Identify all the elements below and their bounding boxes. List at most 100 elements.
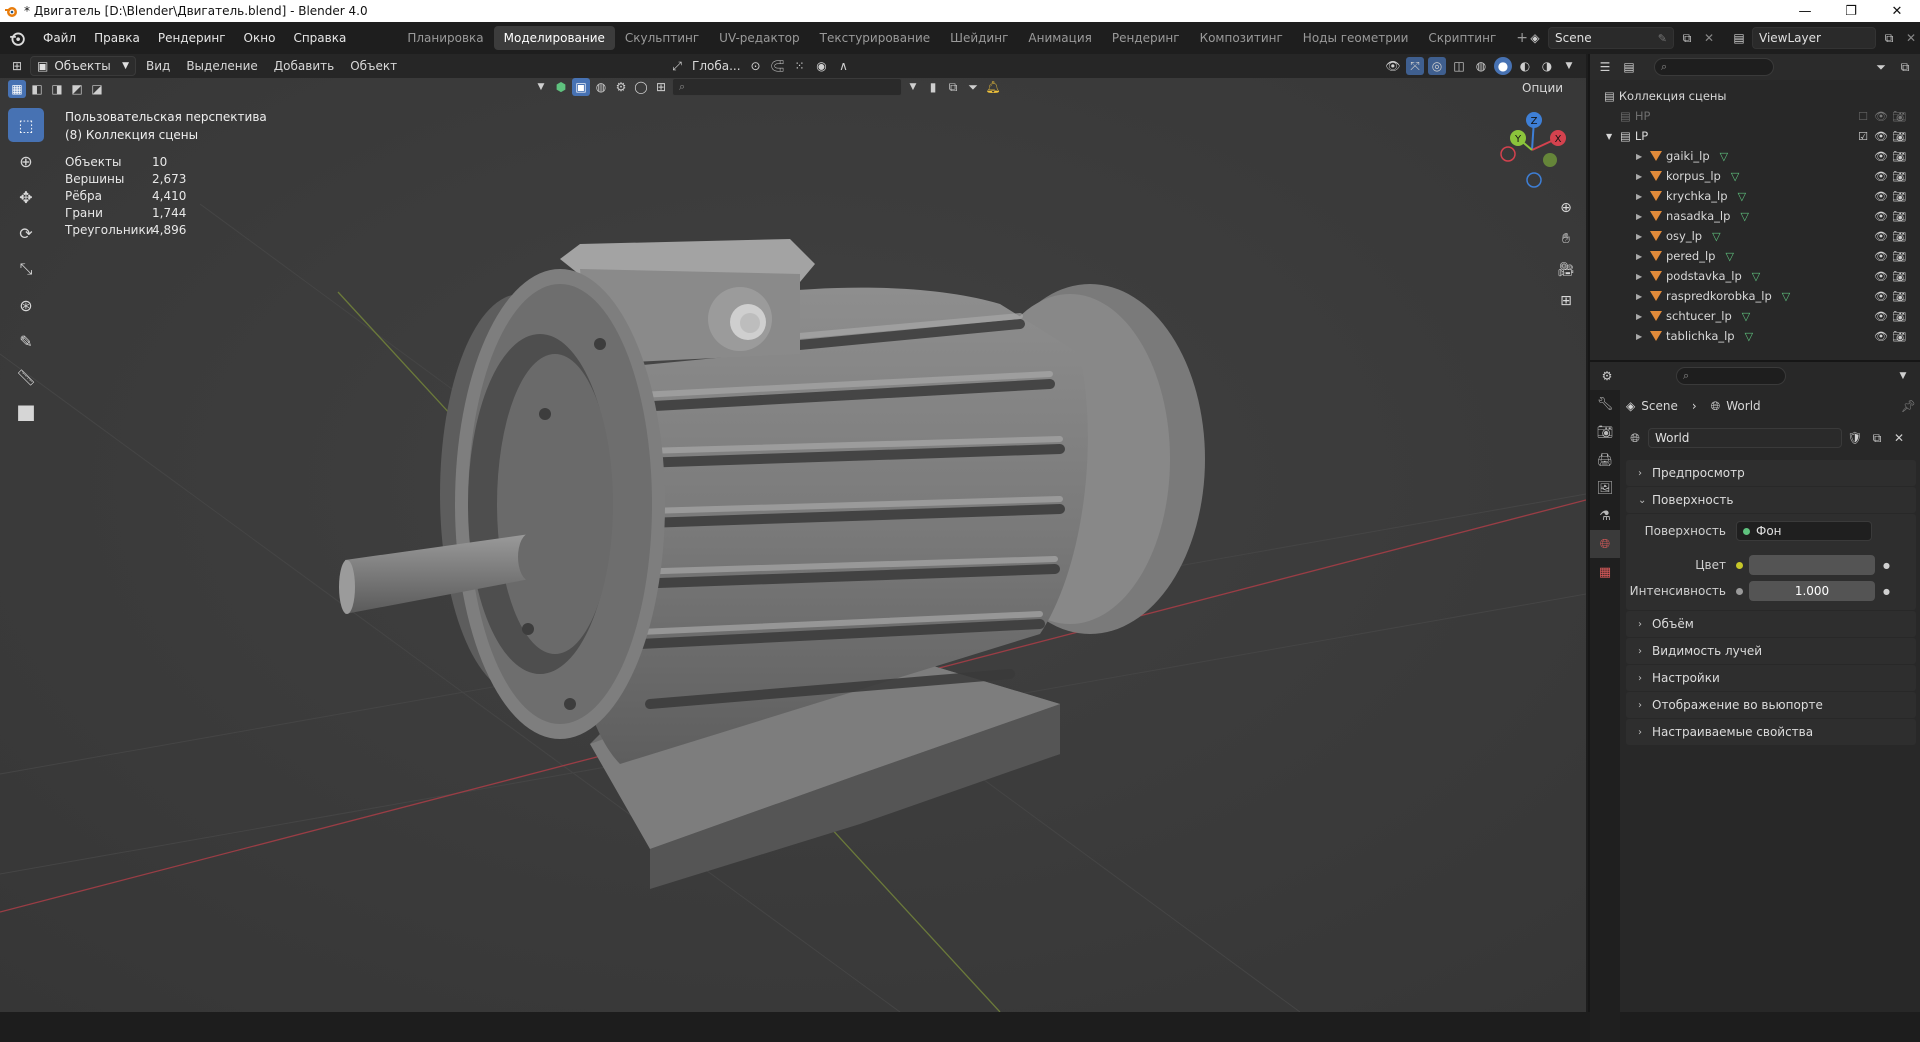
layout-icon[interactable]: ⧉ [944,78,962,96]
editor-type-icon[interactable]: ⊞ [8,57,26,75]
visibility-icon[interactable]: 👁︎ [1384,57,1402,75]
eye-icon[interactable]: 👁︎ [1874,170,1888,183]
select-invert-icon[interactable]: ◪ [88,80,106,98]
filter-icon[interactable]: ⏷ [964,78,982,96]
outliner-object-row[interactable]: ▶ gaiki_lp ▽ 👁︎ 📷︎ [1590,146,1920,166]
mesh-data-icon[interactable]: ▽ [1740,210,1748,223]
outliner-object-row[interactable]: ▶ korpus_lp ▽ 👁︎ 📷︎ [1590,166,1920,186]
filter-icon[interactable]: ⏷ [1872,58,1890,76]
outliner-collection-lp[interactable]: ▼ ▤ LP ☑ 👁︎ 📷︎ [1590,126,1920,146]
viewport-search-input[interactable]: ⌕ [672,78,902,96]
chevron-right-icon[interactable]: ▶ [1636,312,1650,321]
delete-view-layer-icon[interactable]: ✕ [1902,29,1920,47]
tab-scripting[interactable]: Скриптинг [1418,26,1506,50]
surface-shader-field[interactable]: Фон [1736,521,1872,541]
scene-selector[interactable]: Scene ✎ [1548,27,1674,49]
outliner-object-row[interactable]: ▶ pered_lp ▽ 👁︎ 📷︎ [1590,246,1920,266]
camera-icon[interactable]: 📷︎ [1892,170,1906,183]
chevron-right-icon[interactable]: ▶ [1636,152,1650,161]
solid-shading-icon[interactable]: ● [1494,57,1512,75]
move-tool-icon[interactable]: ✥ [8,180,44,214]
gizmo-toggle-icon[interactable]: ⤧ [1406,57,1424,75]
checkbox-icon[interactable]: ☑ [1856,130,1870,143]
editor-type-icon[interactable]: ⚙ [1598,367,1616,385]
grid-icon[interactable]: ⊞ [652,78,670,96]
tab-shading[interactable]: Шейдинг [940,26,1018,50]
object-type-icon[interactable]: ⬢ [552,78,570,96]
world-tab-icon[interactable]: 🌐︎ [1590,530,1620,558]
panel-collapsed[interactable]: › Отображение во вьюпорте [1626,692,1916,718]
new-collection-icon[interactable]: ⧉ [1896,58,1914,76]
material-shading-icon[interactable]: ◐ [1516,57,1534,75]
tab-compositing[interactable]: Композитинг [1190,26,1293,50]
rotate-tool-icon[interactable]: ⟳ [8,216,44,250]
eye-icon[interactable]: 👁︎ [1874,190,1888,203]
strength-field[interactable]: 1.000 [1749,581,1875,601]
minimize-button[interactable]: — [1782,0,1828,22]
eye-icon[interactable]: 👁︎ [1874,330,1888,343]
outliner-search-input[interactable]: ⌕ [1654,58,1774,76]
mode-selector[interactable]: ▣ Объекты ▼ [30,56,136,76]
camera-icon[interactable]: 📷︎ [1892,110,1906,123]
measure-tool-icon[interactable]: 📏︎ [8,360,44,394]
chevron-right-icon[interactable]: ▶ [1636,272,1650,281]
delete-scene-icon[interactable]: ✕ [1700,29,1718,47]
tab-layout[interactable]: Планировка [397,26,493,50]
perspective-grid-icon[interactable]: ⊞ [1552,287,1580,315]
rendered-shading-icon[interactable]: ◑ [1538,57,1556,75]
mesh-data-icon[interactable]: ▽ [1782,290,1790,303]
sphere-icon[interactable]: ◯ [632,78,650,96]
overlay-toggle-icon[interactable]: ◎ [1428,57,1446,75]
chevron-right-icon[interactable]: ▶ [1636,212,1650,221]
add-cube-tool-icon[interactable]: ⬛︎ [8,396,44,430]
chevron-down-icon[interactable]: ▼ [532,78,550,96]
tab-animation[interactable]: Анимация [1018,26,1101,50]
eye-icon[interactable]: 👁︎ [1874,230,1888,243]
annotate-tool-icon[interactable]: ✎ [8,324,44,358]
scene-tab-icon[interactable]: ⚗ [1590,502,1620,530]
tab-geometry-nodes[interactable]: Ноды геометрии [1293,26,1419,50]
keyframe-dot-icon[interactable]: ● [1883,587,1890,596]
menu-window[interactable]: Окно [235,28,285,48]
menu-edit[interactable]: Правка [85,28,149,48]
texture-tab-icon[interactable]: ▦ [1590,558,1620,586]
panel-collapsed[interactable]: › Видимость лучей [1626,638,1916,664]
blender-menu-icon[interactable] [0,30,34,46]
chevron-down-icon[interactable]: ▼ [1894,367,1912,385]
select-extend-icon[interactable]: ◧ [28,80,46,98]
close-button[interactable]: ✕ [1874,0,1920,22]
menu-file[interactable]: Файл [34,28,85,48]
duplicate-icon[interactable]: ⧉ [1868,429,1886,447]
camera-icon[interactable]: 📷︎ [1892,130,1906,143]
tab-uv-editing[interactable]: UV-редактор [709,26,809,50]
chevron-right-icon[interactable]: ▶ [1636,192,1650,201]
outliner-object-row[interactable]: ▶ podstavka_lp ▽ 👁︎ 📷︎ [1590,266,1920,286]
menu-help[interactable]: Справка [284,28,355,48]
navigation-gizmo[interactable]: Z X Y [1494,110,1566,190]
outliner-collection-hp[interactable]: ▤ HP ☐ 👁︎ 📷︎ [1590,106,1920,126]
keyframe-dot-icon[interactable]: ● [1883,561,1890,570]
display-mode-icon[interactable]: ▤ [1620,58,1638,76]
select-subtract-icon[interactable]: ◨ [48,80,66,98]
camera-icon[interactable]: 📷︎ [1892,150,1906,163]
tab-modeling[interactable]: Моделирование [493,26,615,50]
color-swatch[interactable] [1749,555,1875,575]
eye-icon[interactable]: 👁︎ [1874,250,1888,263]
select-intersect-icon[interactable]: ◩ [68,80,86,98]
view-layer-icon[interactable]: ▤ [1730,29,1748,47]
outliner-object-row[interactable]: ▶ osy_lp ▽ 👁︎ 📷︎ [1590,226,1920,246]
3d-viewport[interactable]: ⊞ ▣ Объекты ▼ Вид Выделение Добавить Объ… [0,54,1586,1012]
camera-icon[interactable]: 📷︎ [1892,290,1906,303]
shading-options-icon[interactable]: ▼ [1560,57,1578,75]
mesh-data-icon[interactable]: ▽ [1742,310,1750,323]
panel-collapsed[interactable]: › Объём [1626,611,1916,637]
world-name-field[interactable]: World [1648,428,1842,448]
chevron-right-icon[interactable]: ▶ [1636,232,1650,241]
eye-icon[interactable]: 👁︎ [1874,270,1888,283]
menu-object[interactable]: Объект [344,56,403,76]
eye-icon[interactable]: 👁︎ [1874,150,1888,163]
chevron-right-icon[interactable]: ▶ [1636,252,1650,261]
tool-tab-icon[interactable]: 🔧︎ [1590,390,1620,418]
falloff-icon[interactable]: ∧ [835,57,853,75]
snap-icon[interactable]: 🧲︎ [769,57,787,75]
